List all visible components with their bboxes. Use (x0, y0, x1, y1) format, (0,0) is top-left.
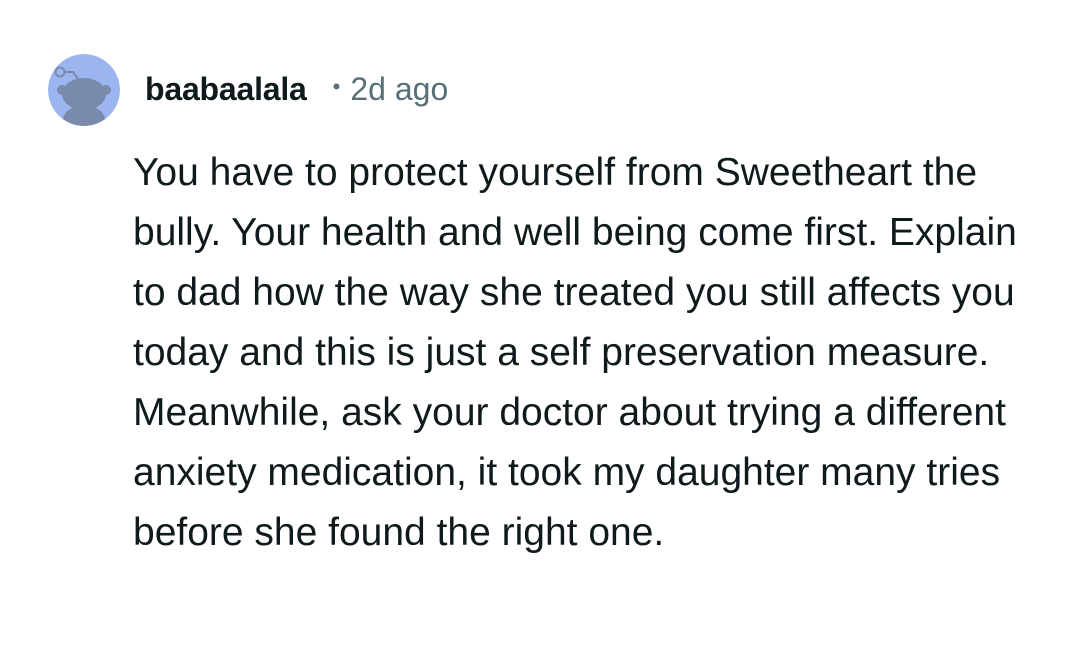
comment: baabaalala • 2d ago You have to protect … (0, 0, 1080, 658)
username-link[interactable]: baabaalala (145, 71, 307, 108)
comment-timestamp: 2d ago (350, 70, 449, 107)
user-avatar[interactable] (48, 54, 120, 126)
reddit-snoo-avatar-icon (48, 54, 120, 126)
comment-body: You have to protect yourself from Sweeth… (133, 151, 1017, 554)
comment-meta: baabaalala • 2d ago (145, 66, 448, 112)
meta-separator: • (332, 74, 341, 99)
